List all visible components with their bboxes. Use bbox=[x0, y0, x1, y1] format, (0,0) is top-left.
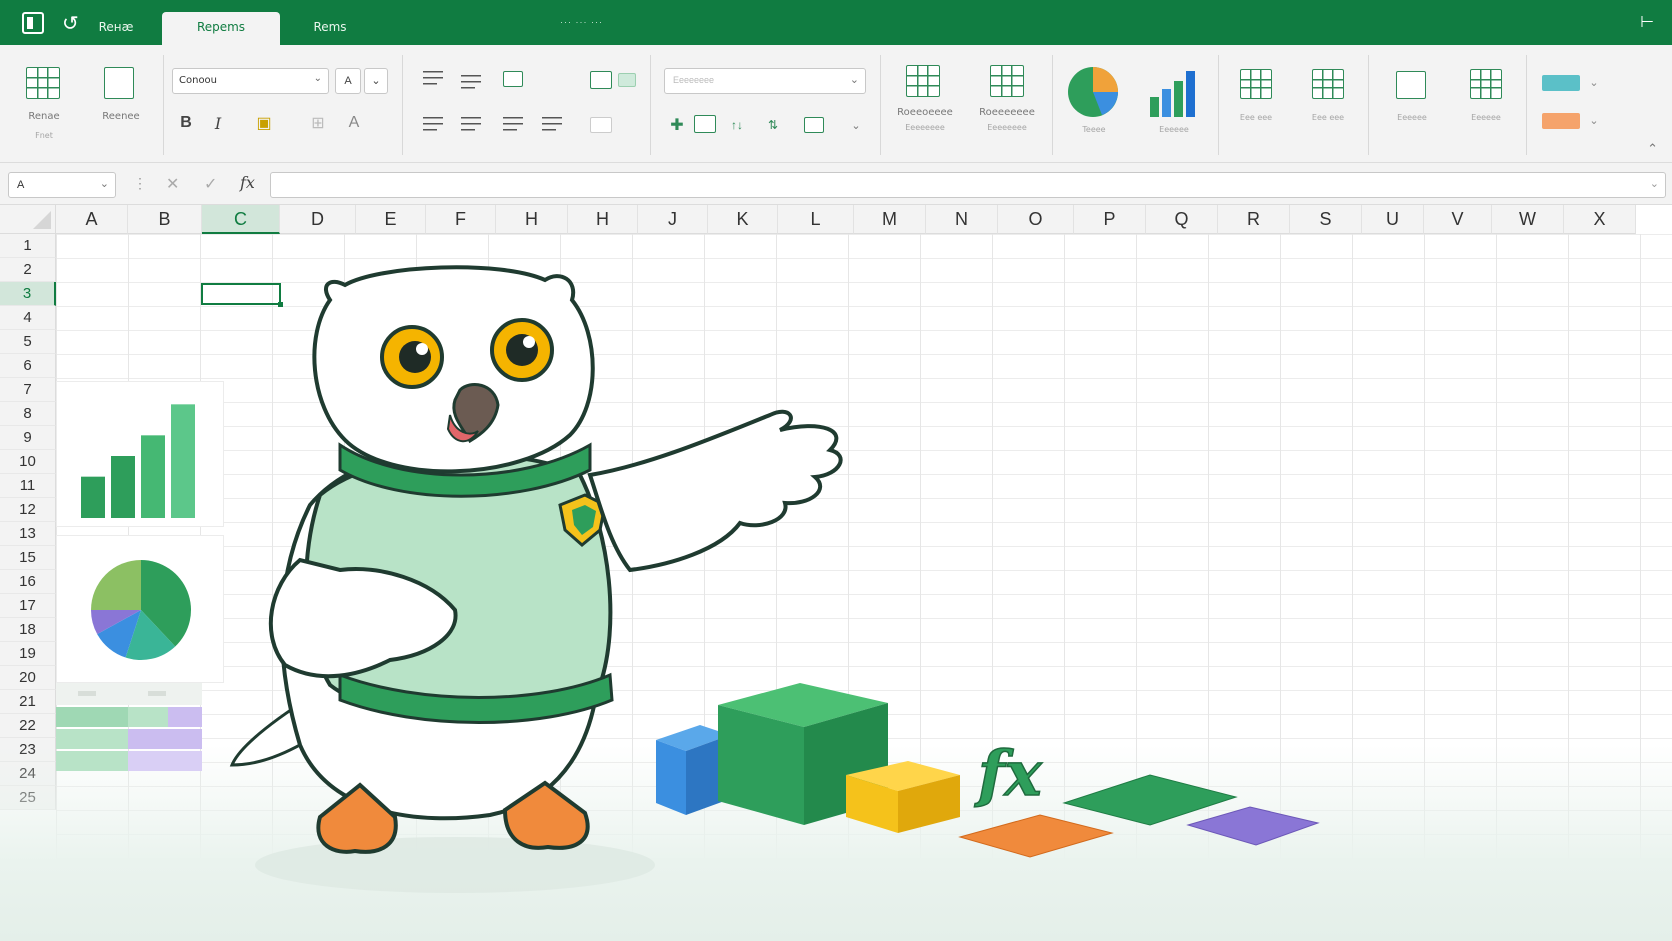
document-icon[interactable] bbox=[104, 67, 134, 99]
database-icon[interactable] bbox=[1396, 71, 1426, 99]
font-size-button[interactable]: A bbox=[335, 68, 361, 94]
excel-logo-icon bbox=[22, 12, 44, 34]
format-icon[interactable] bbox=[618, 73, 636, 87]
cell-style-icon[interactable] bbox=[590, 117, 612, 133]
fill-color-icon[interactable]: ▣ bbox=[250, 111, 278, 135]
database-label: Eeeeee bbox=[1397, 113, 1427, 122]
align-center-icon[interactable] bbox=[461, 117, 481, 131]
grid-view-label-1: Eee eee bbox=[1239, 113, 1273, 122]
insert-table-sub: Eeeeeeee bbox=[905, 123, 945, 132]
insert-function-icon[interactable]: fx bbox=[240, 173, 255, 192]
ribbon-label-2: Reenee bbox=[102, 111, 140, 122]
pie-chart-label: Teeee bbox=[1082, 125, 1106, 134]
number-format-select[interactable]: Eeeeeeee ⌄ bbox=[664, 68, 866, 94]
pivot-table-sub: Eeeeeeee bbox=[987, 123, 1027, 132]
grid-view-label-3: Eeeeee bbox=[1471, 113, 1501, 122]
green-tiles bbox=[1062, 774, 1238, 826]
collapse-ribbon-icon[interactable]: ⌃ bbox=[1647, 141, 1658, 157]
wrap-text-icon[interactable] bbox=[503, 71, 523, 87]
insert-table-label: Roeeoeeee bbox=[897, 107, 953, 118]
title-bar: ↺ Reнæ Repems Rems ··· ··· ··· ⊢ bbox=[0, 0, 1672, 45]
cancel-icon[interactable]: ✕ bbox=[166, 174, 179, 194]
align-top-icon[interactable] bbox=[423, 71, 443, 85]
owl-illustration: fx bbox=[229, 265, 1320, 893]
style-swatch-orange[interactable] bbox=[1542, 113, 1580, 129]
yellow-cubes bbox=[846, 761, 960, 833]
ribbon: Renae Fnet Reenee Conoou ⌄ A ⌄ B I ▣ ⊞ A … bbox=[0, 45, 1672, 163]
bold-button[interactable]: B bbox=[174, 111, 198, 135]
sort-icon[interactable]: ↑↓ bbox=[726, 115, 748, 135]
ribbon-label-1: Renae bbox=[28, 111, 60, 122]
window-title: ··· ··· ··· bbox=[560, 17, 603, 27]
name-box[interactable]: A ⌄ bbox=[8, 172, 116, 198]
formula-input[interactable]: ⌄ bbox=[270, 172, 1666, 198]
font-color-icon[interactable]: A bbox=[340, 111, 368, 135]
add-icon[interactable]: ✚ bbox=[666, 115, 688, 135]
pivot-icon[interactable] bbox=[694, 115, 716, 133]
align-right-icon[interactable] bbox=[503, 117, 523, 131]
orange-tiles bbox=[958, 814, 1114, 858]
spreadsheet: ABCDEFHHJKLMNOPQRSUVWX 1 2 3 4 5 6 7 8 9 10 11 12 13… bbox=[0, 205, 1672, 941]
pivot-table-icon[interactable] bbox=[990, 65, 1024, 97]
tab-home[interactable]: Reнæ bbox=[92, 12, 140, 45]
grid-view-icon-3[interactable] bbox=[1470, 69, 1502, 99]
italic-button[interactable]: I bbox=[206, 111, 230, 135]
pie-chart-icon[interactable] bbox=[1066, 65, 1120, 119]
merge-icon[interactable] bbox=[590, 71, 612, 89]
align-middle-icon[interactable] bbox=[461, 75, 481, 89]
align-left-icon[interactable] bbox=[423, 117, 443, 131]
table-icon[interactable] bbox=[26, 67, 60, 99]
undo-icon[interactable]: ↺ bbox=[62, 11, 79, 36]
style-dropdown-icon-2[interactable]: ⌄ bbox=[1586, 111, 1602, 129]
drag-handle-icon[interactable]: ⋮ bbox=[133, 175, 147, 192]
pivot-table-label: Roeeeeeee bbox=[979, 107, 1035, 118]
font-size-dropdown[interactable]: ⌄ bbox=[364, 68, 388, 94]
more-dropdown-icon[interactable]: ⌄ bbox=[846, 115, 866, 135]
enter-icon[interactable]: ✓ bbox=[204, 174, 217, 194]
borders-icon[interactable]: ⊞ bbox=[304, 111, 332, 135]
style-swatch-teal[interactable] bbox=[1542, 75, 1580, 91]
minimize-icon[interactable]: ⊢ bbox=[1640, 12, 1654, 32]
grid-view-icon-2[interactable] bbox=[1312, 69, 1344, 99]
grid-view-icon-1[interactable] bbox=[1240, 69, 1272, 99]
purple-tiles bbox=[1186, 806, 1320, 846]
bar-chart-icon[interactable] bbox=[1148, 67, 1204, 119]
filter-icon[interactable]: ⇅ bbox=[762, 115, 784, 135]
bar-chart-label: Eeeeee bbox=[1159, 125, 1189, 134]
tab-reports[interactable]: Repems bbox=[162, 12, 280, 45]
tab-review[interactable]: Rems bbox=[305, 12, 355, 45]
ribbon-sub-1: Fnet bbox=[35, 131, 53, 140]
font-name-select[interactable]: Conoou ⌄ bbox=[172, 68, 329, 94]
grid-view-label-2: Eee eee bbox=[1311, 113, 1345, 122]
fx-glyph: fx bbox=[974, 737, 1043, 810]
data-icon[interactable] bbox=[804, 117, 824, 133]
indent-icon[interactable] bbox=[542, 117, 562, 131]
insert-table-icon[interactable] bbox=[906, 65, 940, 97]
style-dropdown-icon[interactable]: ⌄ bbox=[1586, 73, 1602, 91]
formula-bar: A ⌄ ⋮ ✕ ✓ fx ⌄ bbox=[0, 163, 1672, 205]
